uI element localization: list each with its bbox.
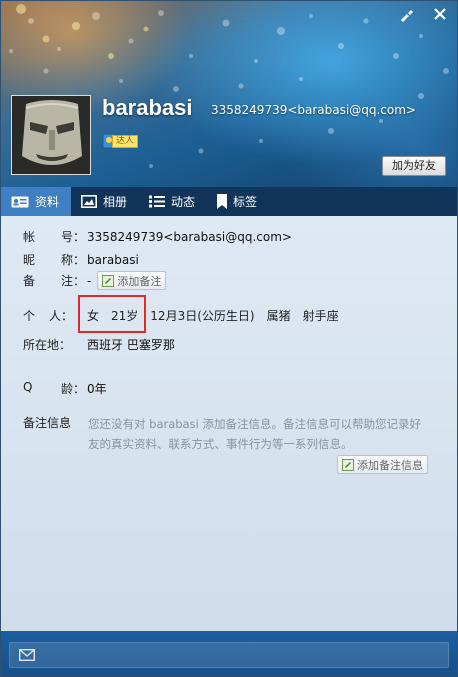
photo-album-icon [81,195,98,208]
profile-account-line: 3358249739<barabasi@qq.com> [211,103,416,117]
edit-note-icon [342,458,354,471]
location-value: 西班牙 巴塞罗那 [87,338,175,352]
account-row: 帐 号： 3358249739<barabasi@qq.com> [23,228,292,245]
skin-icon[interactable] [397,7,415,25]
message-input-bar[interactable] [9,642,449,668]
tab-profile[interactable]: 资料 [1,187,72,216]
remark-row: 备 注： - 添加备注 [23,271,167,290]
profile-header: barabasi 3358249739<barabasi@qq.com> 达人 … [1,1,457,187]
location-label: 所在地： [23,338,72,352]
profile-tabs: 资料 相册 动态 标签 [1,187,457,216]
edit-note-icon [102,274,115,287]
tab-feed-label: 动态 [171,195,196,209]
location-row: 所在地： 西班牙 巴塞罗那 [23,336,175,353]
tab-album[interactable]: 相册 [71,187,139,216]
add-note-info-button[interactable]: 添加备注信息 [337,455,428,474]
avatar[interactable] [11,95,91,175]
q-age-label: Q 龄： [23,380,85,396]
tab-feed[interactable]: 动态 [139,187,207,216]
tab-profile-label: 资料 [35,195,60,209]
tab-album-label: 相册 [103,195,128,209]
account-value: 3358249739<barabasi@qq.com> [87,229,292,244]
note-info-row: 备注信息 [23,414,87,431]
profile-nickname: barabasi [102,95,193,120]
tab-tags-label: 标签 [233,195,258,209]
feed-list-icon [149,195,166,208]
remark-label: 备 注： [23,274,85,288]
note-info-label: 备注信息 [23,416,72,430]
bookmark-icon [217,194,228,209]
add-remark-button[interactable]: 添加备注 [97,271,167,290]
profile-card-icon [11,196,29,208]
expert-badge[interactable]: 达人 [102,133,139,149]
close-icon[interactable] [431,7,449,25]
expert-badge-label: 达人 [112,134,139,148]
note-info-description: 您还没有对 barabasi 添加备注信息。备注信息可以帮助您记录好 友的真实资… [88,417,421,451]
nickname-label: 昵 称： [23,253,85,267]
account-label: 帐 号： [23,230,85,244]
q-age-value: 0年 [87,382,107,396]
add-friend-button[interactable]: 加为好友 [382,156,446,176]
nickname-row: 昵 称： barabasi [23,251,139,268]
zodiac-value: 属猪 [266,309,291,323]
personal-row: 个 人： 女 21岁 12月3日(公历生日) 属猪 射手座 [23,307,351,324]
window-tools [397,7,449,25]
mail-icon[interactable] [19,649,35,661]
annotation-highlight-box [78,295,146,333]
tab-tags[interactable]: 标签 [207,187,269,216]
nickname-value: barabasi [87,252,139,267]
profile-window: barabasi 3358249739<barabasi@qq.com> 达人 … [0,0,458,677]
profile-details: 帐 号： 3358249739<barabasi@qq.com> 昵 称： ba… [1,216,457,631]
birthday-value: 12月3日(公历生日) [150,309,255,323]
remark-value: - [87,273,92,288]
q-age-row: Q 龄： 0年 [23,380,107,397]
bottom-bar [1,631,457,676]
constellation-value: 射手座 [302,309,339,323]
